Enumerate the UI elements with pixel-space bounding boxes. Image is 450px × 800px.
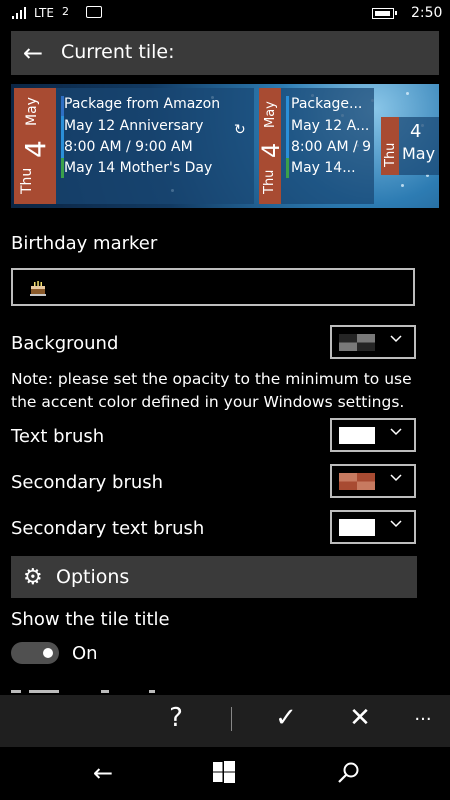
more-button[interactable]: ··· [405, 709, 441, 730]
windows-icon[interactable] [213, 761, 235, 783]
search-icon[interactable] [336, 761, 360, 785]
background-color-picker[interactable] [330, 325, 416, 359]
system-nav-bar: ← [0, 747, 450, 800]
date-bar: Thu [381, 117, 399, 175]
back-arrow-icon[interactable]: ← [23, 39, 43, 67]
toggle-state: On [72, 643, 98, 664]
tile-weekday: Thu [19, 167, 35, 194]
page-header: ← Current tile: [11, 31, 439, 75]
event-color-bar [286, 158, 289, 178]
text-brush-picker[interactable] [330, 418, 416, 452]
chevron-down-icon [390, 428, 402, 436]
small-tile: Thu 4 May [381, 117, 439, 175]
status-bar: LTE 2 2:50 [0, 0, 450, 28]
nav-back-icon[interactable]: ← [88, 759, 118, 787]
page-title: Current tile: [61, 41, 175, 63]
tile-weekday: Thu [383, 142, 398, 167]
battery-icon [372, 8, 397, 19]
message-icon [86, 6, 102, 18]
gear-icon: ⚙ [23, 565, 43, 590]
date-bar: Thu 4 May [14, 88, 56, 204]
sim-icon: 2 [62, 5, 69, 18]
chevron-down-icon [390, 335, 402, 343]
options-section-header[interactable]: ⚙ Options [11, 556, 417, 598]
tile-title-label: Show the tile title [11, 609, 170, 630]
tile-day: 4 [19, 140, 52, 158]
event-line: 8:00 AM / 9 [291, 139, 372, 155]
tile-weekday: Thu [262, 169, 277, 194]
tile-day: 4 [257, 142, 285, 158]
signal-icon [12, 7, 26, 19]
background-swatch [339, 334, 375, 351]
secondary-text-brush-picker[interactable] [330, 510, 416, 544]
secondary-brush-picker[interactable] [330, 464, 416, 498]
text-brush-swatch [339, 427, 375, 444]
network-type: LTE [34, 6, 54, 20]
secondary-brush-label: Secondary brush [11, 472, 164, 493]
sync-icon: ↻ [234, 122, 246, 138]
tile-month: May [263, 101, 278, 128]
secondary-text-brush-label: Secondary text brush [11, 518, 205, 539]
text-brush-label: Text brush [11, 426, 105, 447]
secondary-brush-swatch [339, 473, 375, 490]
clock: 2:50 [411, 5, 443, 21]
tile-month: May [24, 97, 40, 126]
toggle-knob [43, 648, 53, 658]
help-button[interactable]: ? [158, 703, 194, 733]
tile-preview: Thu 4 May Package from Amazon May 12 Ann… [11, 84, 439, 208]
event-color-bar [286, 96, 289, 158]
wide-tile: Thu 4 May Package from Amazon May 12 Ann… [14, 88, 254, 204]
event-line: May 12 Anniversary [64, 118, 204, 134]
app-bar: ? ✓ ✕ ··· [0, 695, 450, 747]
chevron-down-icon [390, 520, 402, 528]
tile-day: 4 [410, 121, 422, 142]
birthday-marker-input[interactable] [11, 268, 415, 306]
medium-tile: Thu 4 May Package... May 12 A... 8:00 AM… [257, 88, 374, 204]
event-line: May 14... [291, 160, 356, 176]
event-line: 8:00 AM / 9:00 AM [64, 139, 193, 155]
checkmark-icon[interactable]: ✓ [268, 703, 304, 733]
tile-month: May [402, 144, 436, 163]
cake-icon [30, 281, 46, 296]
birthday-marker-label: Birthday marker [11, 233, 158, 254]
secondary-text-brush-swatch [339, 519, 375, 536]
options-label: Options [56, 566, 130, 588]
event-line: Package... [291, 96, 363, 112]
event-line: May 14 Mother's Day [64, 160, 213, 176]
event-line: May 12 A... [291, 118, 370, 134]
date-bar: Thu 4 May [257, 88, 285, 204]
event-line: Package from Amazon [64, 96, 221, 112]
close-icon[interactable]: ✕ [342, 703, 378, 733]
chevron-down-icon [390, 474, 402, 482]
background-label: Background [11, 333, 119, 354]
tile-title-toggle[interactable] [11, 642, 59, 664]
opacity-note: Note: please set the opacity to the mini… [11, 370, 412, 411]
app-bar-divider [231, 707, 232, 731]
cut-off-setting [11, 681, 171, 693]
